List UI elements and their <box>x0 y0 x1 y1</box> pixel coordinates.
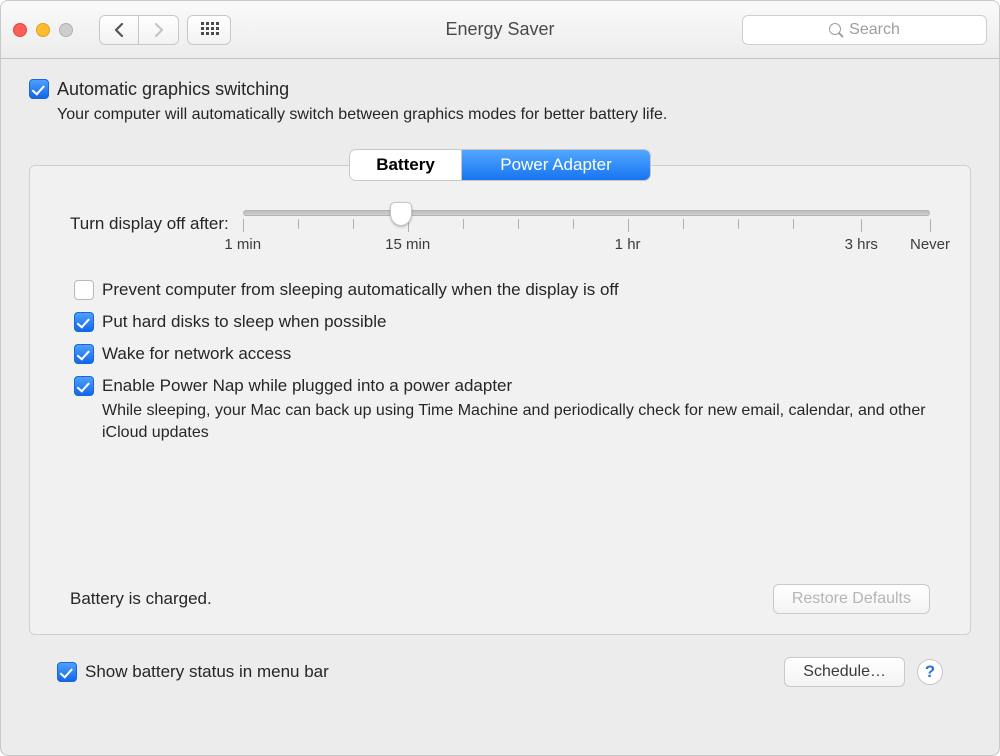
slider-tick <box>573 219 574 229</box>
close-window-button[interactable] <box>13 23 27 37</box>
slider-thumb[interactable] <box>390 202 412 226</box>
hdd-sleep-row: Put hard disks to sleep when possible <box>74 312 930 332</box>
window-controls <box>13 23 73 37</box>
toolbar: Energy Saver Search <box>1 1 999 59</box>
hdd-sleep-label: Put hard disks to sleep when possible <box>102 312 386 332</box>
menubar-status-label: Show battery status in menu bar <box>85 662 329 682</box>
wake-network-checkbox[interactable] <box>74 344 94 364</box>
tick-label-1hr: 1 hr <box>615 236 641 253</box>
chevron-right-icon <box>153 22 165 38</box>
hdd-sleep-checkbox[interactable] <box>74 312 94 332</box>
battery-status: Battery is charged. <box>70 589 212 609</box>
wake-network-label: Wake for network access <box>102 344 291 364</box>
slider-tick <box>243 219 244 232</box>
power-nap-label: Enable Power Nap while plugged into a po… <box>102 376 512 396</box>
display-off-label: Turn display off after: <box>70 214 229 234</box>
restore-defaults-button[interactable]: Restore Defaults <box>773 584 930 614</box>
slider-tick <box>861 219 862 232</box>
display-off-slider[interactable]: 1 min 15 min 1 hr 3 hrs Never <box>243 204 930 244</box>
tick-label-1min: 1 min <box>224 236 261 253</box>
power-nap-hint: While sleeping, your Mac can back up usi… <box>102 400 930 443</box>
slider-tick <box>793 219 794 229</box>
tick-label-never: Never <box>910 236 950 253</box>
slider-tick <box>353 219 354 229</box>
power-nap-row: Enable Power Nap while plugged into a po… <box>74 376 930 443</box>
tick-label-3hrs: 3 hrs <box>845 236 878 253</box>
schedule-button[interactable]: Schedule… <box>784 657 905 687</box>
grid-icon <box>201 22 217 38</box>
tab-battery[interactable]: Battery <box>350 150 462 180</box>
search-input[interactable]: Search <box>742 15 987 45</box>
search-icon <box>829 23 843 37</box>
prevent-sleep-checkbox[interactable] <box>74 280 94 300</box>
menubar-status-checkbox[interactable] <box>57 662 77 682</box>
back-button[interactable] <box>99 15 139 45</box>
slider-tick <box>628 219 629 232</box>
wake-network-row: Wake for network access <box>74 344 930 364</box>
prevent-sleep-label: Prevent computer from sleeping automatic… <box>102 280 619 300</box>
auto-graphics-row: Automatic graphics switching <box>29 79 971 100</box>
nav-group <box>99 15 179 45</box>
slider-track <box>243 210 930 216</box>
power-source-tabs: Battery Power Adapter <box>350 150 650 180</box>
power-nap-checkbox[interactable] <box>74 376 94 396</box>
slider-tick <box>683 219 684 229</box>
options-list: Prevent computer from sleeping automatic… <box>74 280 930 443</box>
display-off-row: Turn display off after: <box>70 204 930 244</box>
show-all-button[interactable] <box>187 15 231 45</box>
zoom-window-button[interactable] <box>59 23 73 37</box>
panel-footer: Battery is charged. Restore Defaults <box>70 584 930 614</box>
energy-saver-window: Energy Saver Search Automatic graphics s… <box>0 0 1000 756</box>
content: Automatic graphics switching Your comput… <box>1 59 999 755</box>
auto-graphics-checkbox[interactable] <box>29 79 49 99</box>
prevent-sleep-row: Prevent computer from sleeping automatic… <box>74 280 930 300</box>
slider-tick <box>463 219 464 229</box>
bottom-bar: Show battery status in menu bar Schedule… <box>29 647 971 705</box>
help-button[interactable]: ? <box>917 659 943 685</box>
forward-button[interactable] <box>139 15 179 45</box>
slider-tick <box>930 219 931 232</box>
chevron-left-icon <box>113 22 125 38</box>
search-placeholder: Search <box>849 21 900 39</box>
tab-power-adapter[interactable]: Power Adapter <box>462 150 650 180</box>
slider-tick <box>518 219 519 229</box>
minimize-window-button[interactable] <box>36 23 50 37</box>
settings-panel: Turn display off after: <box>29 165 971 635</box>
slider-tick <box>298 219 299 229</box>
auto-graphics-label: Automatic graphics switching <box>57 79 289 100</box>
auto-graphics-hint: Your computer will automatically switch … <box>57 106 971 124</box>
tick-label-15min: 15 min <box>385 236 430 253</box>
slider-tick <box>738 219 739 229</box>
